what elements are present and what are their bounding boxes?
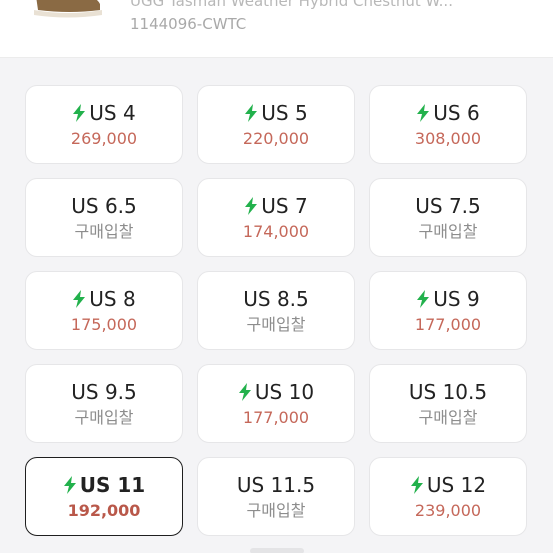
size-label: US 8 bbox=[89, 287, 136, 311]
size-label: US 9 bbox=[433, 287, 480, 311]
size-price: 구매입찰 bbox=[74, 222, 134, 241]
size-price: 220,000 bbox=[242, 129, 310, 148]
product-header: UGG Tasman Weather Hybrid Chestnut W... … bbox=[0, 0, 553, 58]
lightning-icon bbox=[73, 290, 86, 308]
size-label: US 9.5 bbox=[71, 380, 137, 404]
size-price: 269,000 bbox=[70, 129, 138, 148]
size-label-row: US 10.5 bbox=[409, 379, 487, 405]
size-label-row: US 6.5 bbox=[71, 193, 137, 219]
size-label: US 10.5 bbox=[408, 380, 488, 404]
lightning-icon bbox=[410, 476, 423, 494]
size-price: 177,000 bbox=[242, 408, 310, 427]
size-price: 구매입찰 bbox=[418, 408, 478, 427]
lightning-icon bbox=[417, 290, 430, 308]
size-label: US 7 bbox=[261, 194, 308, 218]
size-price: 174,000 bbox=[242, 222, 310, 241]
size-option[interactable]: US 12 239,000 bbox=[369, 457, 527, 536]
size-label-row: US 8 bbox=[72, 286, 136, 312]
size-grid-area: US 4 269,000 US 5 220,000 US 6 308,000 U… bbox=[0, 58, 553, 553]
size-option[interactable]: US 9 177,000 bbox=[369, 271, 527, 350]
size-option[interactable]: US 8 175,000 bbox=[25, 271, 183, 350]
size-price: 177,000 bbox=[414, 315, 482, 334]
size-price: 239,000 bbox=[414, 501, 482, 520]
bottom-scroll-handle[interactable] bbox=[250, 548, 304, 553]
lightning-icon bbox=[63, 476, 76, 494]
size-select-sheet: UGG Tasman Weather Hybrid Chestnut W... … bbox=[0, 0, 553, 553]
size-label: US 10 bbox=[254, 380, 315, 404]
size-price: 구매입찰 bbox=[246, 315, 306, 334]
size-option[interactable]: US 10 177,000 bbox=[197, 364, 355, 443]
size-label-row: US 4 bbox=[72, 100, 136, 126]
size-price: 구매입찰 bbox=[74, 408, 134, 427]
size-label: US 11.5 bbox=[236, 473, 316, 497]
size-option[interactable]: US 6.5 구매입찰 bbox=[25, 178, 183, 257]
size-label: US 5 bbox=[261, 101, 308, 125]
size-option[interactable]: US 4 269,000 bbox=[25, 85, 183, 164]
product-code: 1144096-CWTC bbox=[130, 15, 247, 33]
size-price: 192,000 bbox=[67, 501, 141, 520]
size-label-row: US 5 bbox=[244, 100, 308, 126]
size-label-row: US 12 bbox=[410, 472, 486, 498]
size-label-row: US 7.5 bbox=[415, 193, 481, 219]
size-label: US 11 bbox=[79, 473, 146, 497]
size-label: US 4 bbox=[89, 101, 136, 125]
size-option[interactable]: US 8.5 구매입찰 bbox=[197, 271, 355, 350]
size-label-row: US 11.5 bbox=[237, 472, 315, 498]
size-label: US 6.5 bbox=[71, 194, 137, 218]
size-price: 308,000 bbox=[414, 129, 482, 148]
size-price: 구매입찰 bbox=[418, 222, 478, 241]
lightning-icon bbox=[245, 197, 258, 215]
size-option[interactable]: US 7.5 구매입찰 bbox=[369, 178, 527, 257]
lightning-icon bbox=[238, 383, 251, 401]
lightning-icon bbox=[73, 104, 86, 122]
product-thumbnail bbox=[34, 0, 102, 18]
lightning-icon bbox=[417, 104, 430, 122]
size-label-row: US 6 bbox=[416, 100, 480, 126]
size-option-selected[interactable]: US 11 192,000 bbox=[25, 457, 183, 536]
size-label-row: US 9.5 bbox=[71, 379, 137, 405]
size-option[interactable]: US 6 308,000 bbox=[369, 85, 527, 164]
size-label: US 8.5 bbox=[243, 287, 309, 311]
size-option[interactable]: US 10.5 구매입찰 bbox=[369, 364, 527, 443]
size-label-row: US 11 bbox=[63, 472, 145, 498]
lightning-icon bbox=[245, 104, 258, 122]
size-label: US 12 bbox=[426, 473, 487, 497]
size-label: US 7.5 bbox=[415, 194, 481, 218]
size-label: US 6 bbox=[433, 101, 480, 125]
size-label-row: US 10 bbox=[238, 379, 314, 405]
size-label-row: US 7 bbox=[244, 193, 308, 219]
size-option[interactable]: US 7 174,000 bbox=[197, 178, 355, 257]
size-price: 구매입찰 bbox=[246, 501, 306, 520]
size-option[interactable]: US 9.5 구매입찰 bbox=[25, 364, 183, 443]
size-grid: US 4 269,000 US 5 220,000 US 6 308,000 U… bbox=[25, 85, 527, 536]
size-option[interactable]: US 11.5 구매입찰 bbox=[197, 457, 355, 536]
size-price: 175,000 bbox=[70, 315, 138, 334]
size-label-row: US 8.5 bbox=[243, 286, 309, 312]
product-name: UGG Tasman Weather Hybrid Chestnut W... bbox=[130, 0, 453, 10]
size-option[interactable]: US 5 220,000 bbox=[197, 85, 355, 164]
size-label-row: US 9 bbox=[416, 286, 480, 312]
